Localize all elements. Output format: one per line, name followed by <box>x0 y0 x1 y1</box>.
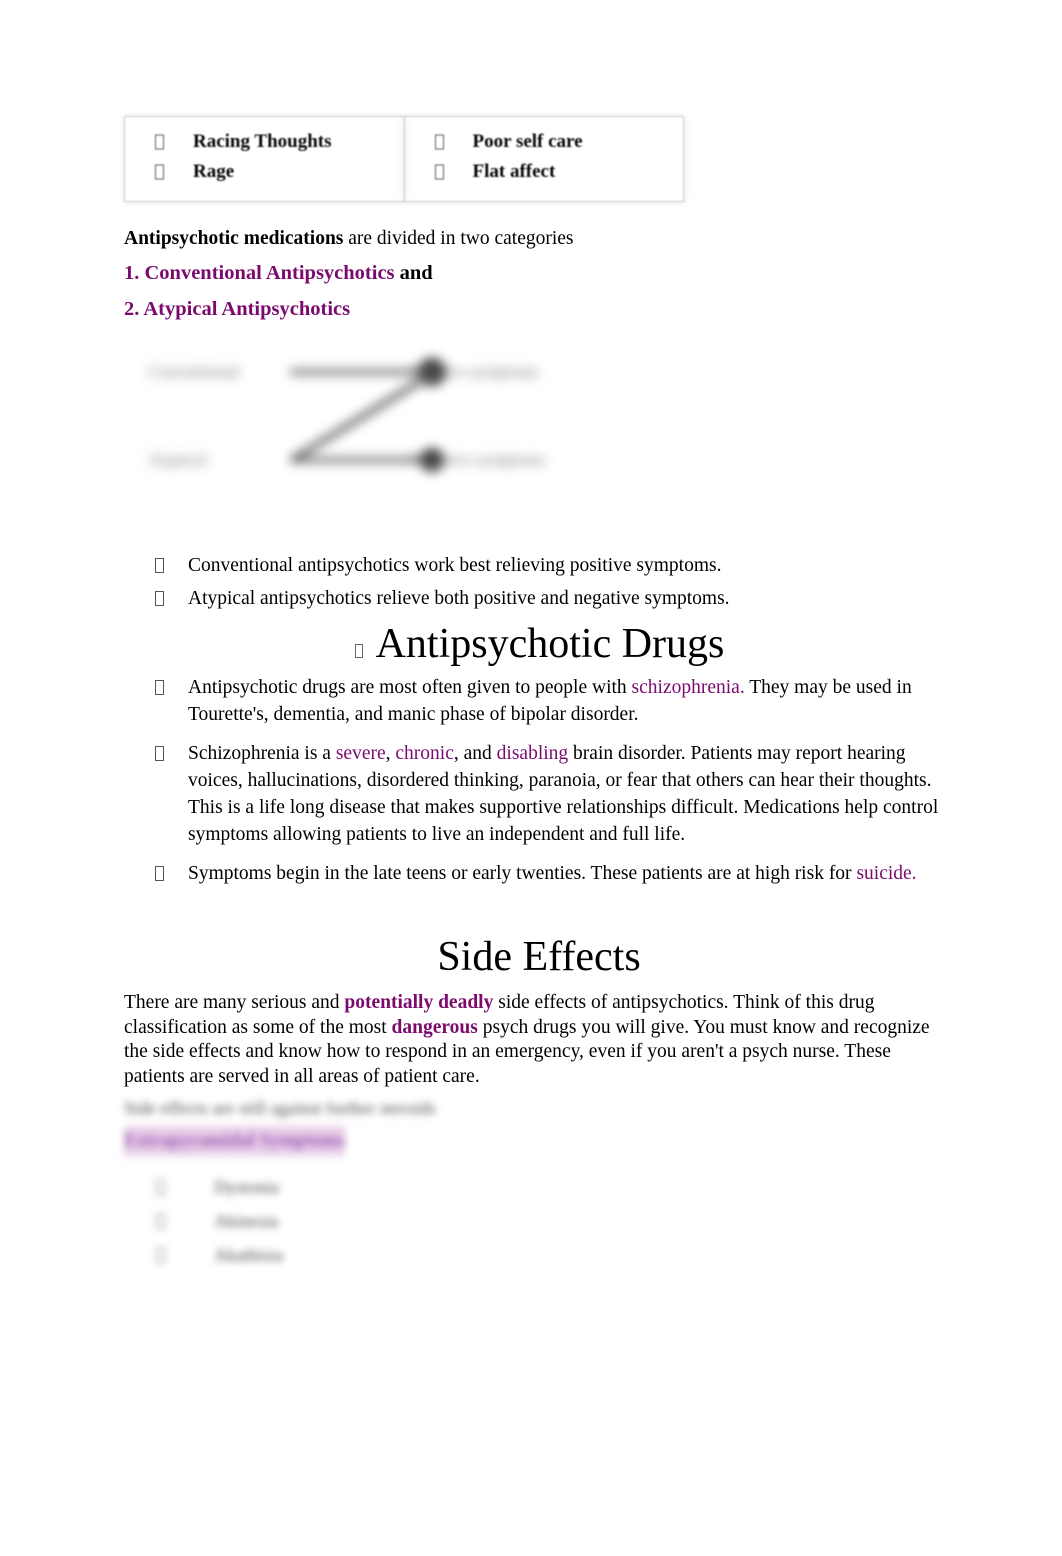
list-item: Antipsychotic drugs are most often given… <box>150 674 950 728</box>
bullet-box-icon <box>155 558 164 573</box>
schizophrenia-link[interactable]: schizophrenia. <box>632 677 745 698</box>
keyword-disabling: disabling <box>496 743 569 764</box>
list-item-label: Rage <box>193 161 235 182</box>
category-2-label: 2. Atypical Antipsychotics <box>124 298 351 320</box>
diagram-label-positive-symptoms: Positive symptoms <box>410 362 539 381</box>
category-1-label: 1. Conventional Antipsychotics <box>124 262 395 284</box>
bullet-text-part: Antipsychotic drugs are most often given… <box>188 677 632 698</box>
redacted-line-1: Side effects are still against further s… <box>124 1098 436 1118</box>
side-effects-paragraph: There are many serious and potentially d… <box>124 991 936 1089</box>
heading-label: Antipsychotic Drugs <box>375 621 725 667</box>
redacted-heading-eps: Extrapyramidal Symptoms <box>124 1126 346 1156</box>
keyword-severe: severe <box>335 743 386 764</box>
drugs-bullet-list: Antipsychotic drugs are most often given… <box>150 674 950 899</box>
bullet-text-part: , and <box>453 743 497 764</box>
category-line-2: 2. Atypical Antipsychotics <box>124 291 954 327</box>
list-item: Schizophrenia is a severe, chronic, and … <box>150 740 950 848</box>
intro-block: Antipsychotic medications are divided in… <box>124 222 954 327</box>
comparison-bullet-list: Conventional antipsychotics work best re… <box>150 552 950 618</box>
list-item: Atypical antipsychotics relieve both pos… <box>150 585 950 612</box>
diagram-label-conventional: Conventional <box>148 362 240 381</box>
intro-lead-line: Antipsychotic medications are divided in… <box>124 222 954 255</box>
bullet-box-icon <box>156 1248 165 1263</box>
heading-side-effects: Side Effects <box>437 934 641 980</box>
list-item: Racing Thoughts <box>125 127 404 157</box>
list-item-label: Akinesia <box>214 1211 278 1231</box>
intro-lead-bold: Antipsychotic medications <box>124 228 344 249</box>
diagram-label-atypical: Atypical <box>148 450 207 469</box>
list-item: Flat affect <box>405 157 684 187</box>
table-cell-positive-symptoms: Racing Thoughts Rage <box>124 116 405 202</box>
keyword-chronic: chronic <box>395 743 454 764</box>
list-item: Akinesia <box>124 1204 544 1238</box>
bullet-box-icon <box>155 134 164 150</box>
list-item: Rage <box>125 157 404 187</box>
para-text-part: There are many serious and <box>124 992 345 1013</box>
emphasis-dangerous: dangerous <box>391 1016 478 1038</box>
document-page: Racing Thoughts Rage Poor self care Flat… <box>0 0 1062 1556</box>
list-item-label: Akathisia <box>214 1245 283 1265</box>
negative-symptom-list: Poor self care Flat affect <box>405 127 684 187</box>
bullet-text-part: Schizophrenia is a <box>188 743 336 764</box>
bullet-box-icon <box>156 1180 165 1195</box>
list-item-label: Atypical antipsychotics relieve both pos… <box>188 588 730 609</box>
list-item: Symptoms begin in the late teens or earl… <box>150 860 950 887</box>
bullet-box-icon <box>155 866 164 881</box>
list-item-label: Poor self care <box>472 131 583 152</box>
table-cell-negative-symptoms: Poor self care Flat affect <box>403 116 684 202</box>
symptom-table: Racing Thoughts Rage Poor self care Flat… <box>124 116 684 202</box>
category-1-suffix: and <box>394 262 433 284</box>
bullet-box-icon <box>155 164 164 180</box>
list-item: Akathisia <box>124 1238 544 1272</box>
list-item-label: Flat affect <box>472 161 556 182</box>
list-item-label: Racing Thoughts <box>193 131 332 152</box>
suicide-link[interactable]: suicide. <box>856 863 916 884</box>
bullet-text-part: , <box>385 743 396 764</box>
intro-lead-rest: are divided in two categories <box>343 228 574 249</box>
category-line-1: 1. Conventional Antipsychotics and <box>124 255 954 291</box>
emphasis-potentially-deadly: potentially deadly <box>344 992 494 1013</box>
list-item: Dystonia <box>124 1170 544 1204</box>
bullet-box-icon <box>155 680 164 695</box>
redacted-bullet-list: Dystonia Akinesia Akathisia <box>124 1170 544 1272</box>
diagram-label-negative-symptoms: Negative symptoms <box>410 450 546 469</box>
redacted-section: Side effects are still against further s… <box>124 1095 544 1272</box>
bullet-box-icon <box>155 746 164 761</box>
table-row: Racing Thoughts Rage Poor self care Flat… <box>124 116 684 202</box>
list-item-label: Conventional antipsychotics work best re… <box>188 555 722 576</box>
list-item-label: Dystonia <box>214 1177 279 1197</box>
bullet-box-icon <box>434 164 444 180</box>
list-item: Conventional antipsychotics work best re… <box>150 552 950 579</box>
bullet-box-icon <box>155 591 164 606</box>
list-item: Poor self care <box>405 127 684 157</box>
heading-antipsychotic-drugs: Antipsychotic Drugs <box>150 618 950 670</box>
bullet-box-icon <box>355 644 363 658</box>
bullet-box-icon <box>434 134 444 150</box>
bullet-box-icon <box>156 1214 165 1229</box>
antipsychotic-mapping-diagram: Conventional Positive symptoms Atypical … <box>140 352 640 492</box>
positive-symptom-list: Racing Thoughts Rage <box>125 127 404 187</box>
bullet-text-part: Symptoms begin in the late teens or earl… <box>188 863 857 884</box>
